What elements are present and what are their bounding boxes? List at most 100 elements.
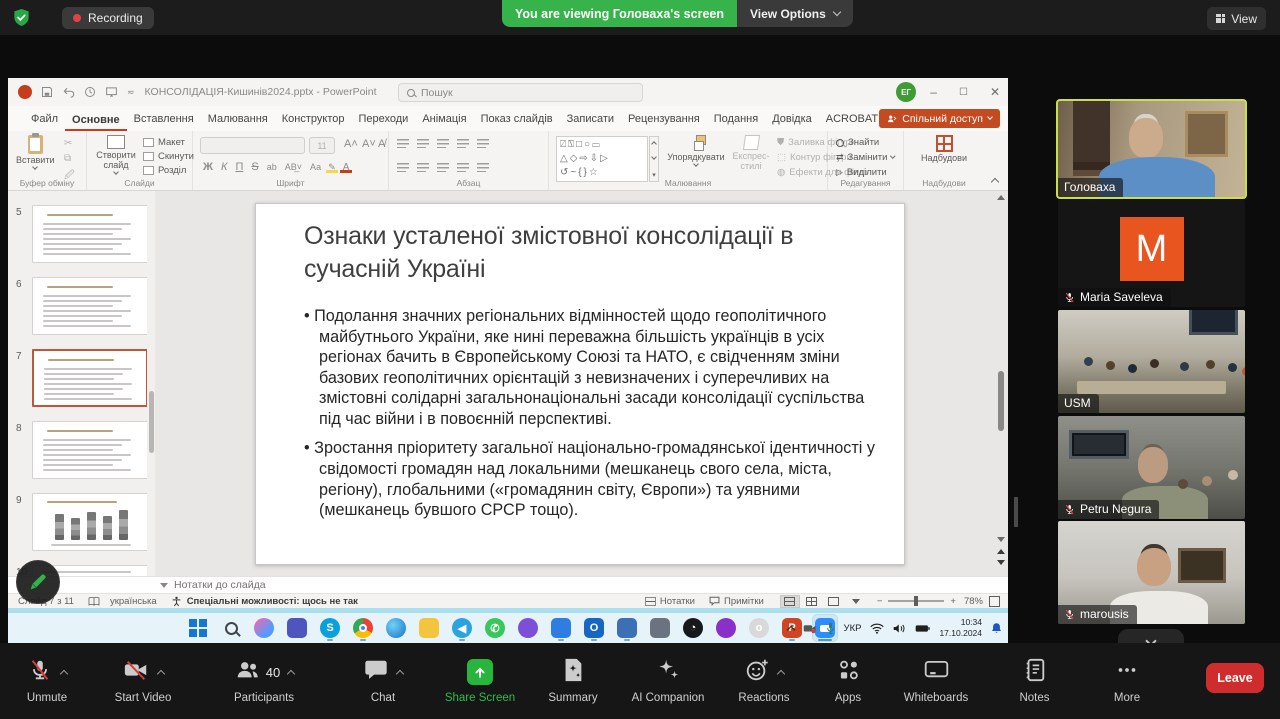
- participant-tile-petru-negura[interactable]: Petru Negura: [1058, 416, 1245, 519]
- summary-button[interactable]: Summary: [528, 657, 618, 704]
- text-shadow-button[interactable]: ab: [264, 162, 280, 172]
- participant-tile-marousis[interactable]: marousis: [1058, 521, 1245, 624]
- save-app-icon[interactable]: [615, 615, 639, 641]
- more-button[interactable]: More: [1083, 657, 1171, 704]
- slide-body[interactable]: • Подолання значних регіональних відмінн…: [304, 306, 879, 530]
- ai-companion-button[interactable]: AI Companion: [618, 657, 718, 704]
- numbering-button[interactable]: [417, 138, 429, 148]
- camera-app-icon[interactable]: [648, 615, 672, 641]
- microphone-tray-icon[interactable]: [826, 622, 835, 635]
- speedtest-icon[interactable]: ◔: [681, 615, 705, 641]
- menu-tab-показ-слайдів[interactable]: Показ слайдів: [474, 109, 560, 131]
- notes-button[interactable]: Нотатки: [645, 596, 695, 607]
- chat-button[interactable]: Chat: [334, 657, 432, 704]
- save-icon[interactable]: [41, 86, 53, 98]
- columns-button[interactable]: [477, 162, 489, 172]
- skype-icon[interactable]: S: [318, 615, 342, 641]
- font-color-button[interactable]: А: [340, 162, 352, 173]
- explorer-icon[interactable]: [417, 615, 441, 641]
- next-slide-icon[interactable]: [997, 560, 1005, 565]
- line-spacing-button[interactable]: [477, 138, 489, 148]
- shapes-gallery[interactable]: ⍁⍂□○▭△◇⇨⇩▷↺~{}☆: [556, 136, 648, 182]
- normal-view-button[interactable]: [780, 595, 800, 608]
- grow-font-button[interactable]: A˄: [341, 138, 361, 150]
- canvas-scrollbar[interactable]: [996, 193, 1006, 571]
- qat-customize-icon[interactable]: ≂: [127, 87, 135, 98]
- minimize-button[interactable]: –: [930, 85, 937, 99]
- chevron-up-icon[interactable]: [777, 669, 785, 677]
- outlook-icon[interactable]: O: [582, 615, 606, 641]
- wifi-icon[interactable]: [870, 623, 884, 634]
- zoom-in-button[interactable]: +: [950, 596, 956, 607]
- menu-tab-основне[interactable]: Основне: [65, 110, 127, 132]
- bullets-button[interactable]: [397, 138, 409, 148]
- menu-tab-довідка[interactable]: Довідка: [765, 109, 819, 131]
- change-case-button[interactable]: Аа: [307, 162, 324, 172]
- redo-clock-icon[interactable]: [84, 86, 96, 98]
- menu-tab-записати[interactable]: Записати: [560, 109, 621, 131]
- view-options-dropdown[interactable]: View Options: [737, 0, 853, 27]
- select-button[interactable]: ▷Виділити: [836, 167, 895, 178]
- panel-resize-handle[interactable]: [1014, 497, 1018, 527]
- comments-button[interactable]: Примітки: [709, 596, 764, 607]
- bold-button[interactable]: Ж: [200, 161, 216, 173]
- language-indicator[interactable]: українська: [110, 596, 157, 607]
- font-name-input[interactable]: [200, 137, 305, 154]
- apps-button[interactable]: Apps: [810, 657, 886, 704]
- slide-thumbnail-9[interactable]: [32, 493, 148, 551]
- italic-button[interactable]: К: [218, 161, 230, 173]
- slide-title[interactable]: Ознаки усталеної змістовної консолідації…: [304, 220, 869, 285]
- participant-tile-usm[interactable]: USM: [1058, 310, 1245, 413]
- reset-button[interactable]: Скинути: [143, 151, 194, 162]
- spellcheck-book-icon[interactable]: [88, 596, 100, 607]
- participants-button[interactable]: 40Participants: [194, 657, 334, 704]
- meeting-security-shield-icon[interactable]: [12, 8, 31, 32]
- ppt-search-box[interactable]: Пошук: [398, 83, 643, 102]
- tray-overflow-icon[interactable]: [786, 625, 794, 633]
- shapes-gallery-scroll[interactable]: ▾: [649, 136, 659, 182]
- zoom-slider-knob[interactable]: [914, 596, 918, 606]
- battery-icon[interactable]: [915, 624, 930, 633]
- annotation-pencil-tool[interactable]: [16, 560, 60, 604]
- arrange-button[interactable]: Упорядкувати: [665, 135, 727, 166]
- mail-icon[interactable]: [549, 615, 573, 641]
- unmute-button[interactable]: Unmute: [2, 657, 92, 704]
- align-left-button[interactable]: [397, 162, 409, 172]
- section-button[interactable]: Розділ: [143, 165, 194, 176]
- underline-button[interactable]: П: [232, 161, 246, 173]
- replace-button[interactable]: ⇄Замінити: [836, 152, 895, 163]
- copilot-icon[interactable]: [252, 615, 276, 641]
- clear-format-button[interactable]: A̸: [375, 138, 388, 150]
- current-slide[interactable]: Ознаки усталеної змістовної консолідації…: [255, 203, 905, 565]
- font-size-input[interactable]: 11: [309, 137, 335, 154]
- menu-tab-рецензування[interactable]: Рецензування: [621, 109, 707, 131]
- slideshow-view-button[interactable]: [846, 595, 866, 608]
- undo-icon[interactable]: [62, 86, 75, 98]
- ppt-share-button[interactable]: Спільний доступ: [879, 109, 1000, 128]
- menu-tab-малювання[interactable]: Малювання: [201, 109, 275, 131]
- language-switcher[interactable]: УКР: [844, 623, 862, 634]
- menu-tab-вставлення[interactable]: Вставлення: [127, 109, 201, 131]
- speaker-icon[interactable]: [893, 623, 906, 634]
- slide-thumbnail-8[interactable]: [32, 421, 148, 479]
- teams-icon[interactable]: [285, 615, 309, 641]
- highlight-color-button[interactable]: ✎: [326, 162, 338, 173]
- chevron-up-icon[interactable]: [396, 669, 404, 677]
- account-avatar[interactable]: ЕГ: [896, 82, 916, 102]
- whatsapp-icon[interactable]: ✆: [483, 615, 507, 641]
- justify-button[interactable]: [457, 162, 469, 172]
- zoom-percent[interactable]: 78%: [964, 596, 983, 607]
- thumbnails-scrollbar[interactable]: [147, 191, 155, 576]
- participant-tile-головаха[interactable]: Головаха: [1058, 101, 1245, 197]
- recording-indicator[interactable]: Recording: [62, 7, 154, 29]
- menu-tab-подання[interactable]: Подання: [707, 109, 765, 131]
- align-center-button[interactable]: [417, 162, 429, 172]
- start-video-button[interactable]: Start Video: [92, 657, 194, 704]
- participant-tile-maria-saveleva[interactable]: MMaria Saveleva: [1058, 200, 1245, 307]
- addins-button[interactable]: Надбудови: [920, 135, 968, 164]
- char-spacing-button[interactable]: АВ̲˅: [282, 162, 305, 172]
- share-screen-button[interactable]: Share Screen: [432, 657, 528, 704]
- zoom-out-button[interactable]: −: [877, 596, 883, 607]
- viber-icon[interactable]: [516, 615, 540, 641]
- slide-sorter-view-button[interactable]: [802, 595, 822, 608]
